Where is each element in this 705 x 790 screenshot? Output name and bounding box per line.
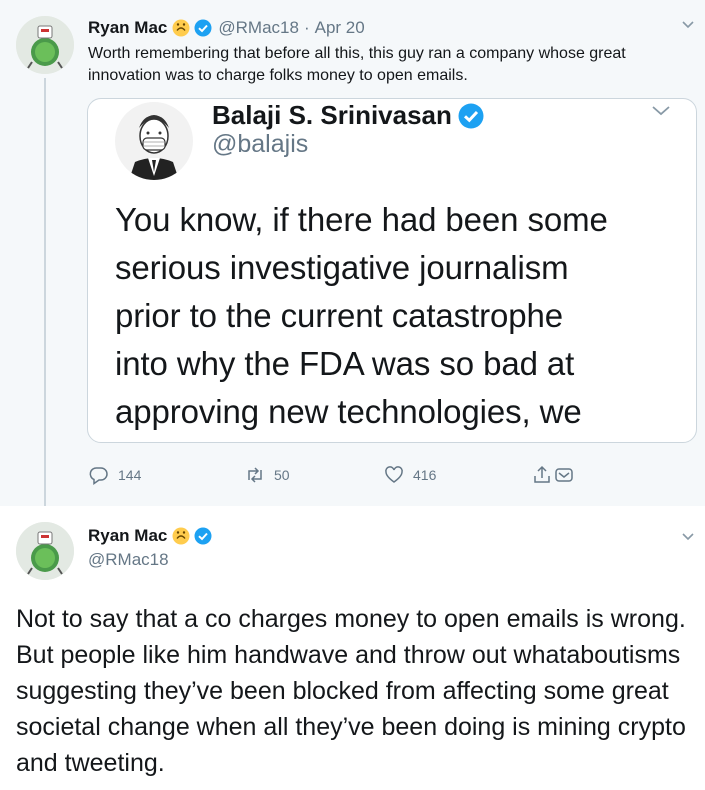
quoted-text-line: serious investigative journalism <box>115 249 569 286</box>
quoted-author-name[interactable]: Balaji S. Srinivasan <box>212 100 484 131</box>
author-name-row: Ryan Mac <box>88 526 212 546</box>
tweet-header: Ryan Mac @RMac18 · Apr 20 <box>88 17 365 39</box>
upside-down-face-emoji-icon <box>172 19 190 37</box>
author-handle[interactable]: @RMac18 <box>218 18 299 38</box>
quoted-author-handle[interactable]: @balajis <box>212 130 308 159</box>
avatar[interactable] <box>16 522 74 580</box>
retweet-button[interactable]: 50 <box>245 462 290 488</box>
retweet-count: 50 <box>274 467 290 483</box>
author-name[interactable]: Ryan Mac <box>88 526 167 546</box>
upside-down-face-emoji-icon <box>172 527 190 545</box>
tweet-date[interactable]: Apr 20 <box>315 18 365 38</box>
author-handle[interactable]: @RMac18 <box>88 550 169 570</box>
heart-icon <box>384 465 404 485</box>
share-icon <box>532 465 552 485</box>
share-button[interactable] <box>532 462 574 488</box>
verified-badge-icon <box>458 103 484 129</box>
verified-badge-icon <box>194 19 212 37</box>
tweet-thread-parent[interactable]: Ryan Mac @RMac18 · Apr 20 Worth remember… <box>0 0 705 518</box>
reply-count: 144 <box>118 467 142 483</box>
chevron-down-icon[interactable] <box>680 16 696 32</box>
retweet-icon <box>245 465 265 485</box>
chevron-down-icon[interactable] <box>680 528 696 544</box>
dot-separator: · <box>303 18 310 37</box>
chevron-down-icon <box>650 99 672 121</box>
quoted-text-line: You know, if there had been some <box>115 201 608 238</box>
author-name[interactable]: Ryan Mac <box>88 18 167 38</box>
quoted-tweet-text: You know, if there had been some serious… <box>115 196 675 436</box>
reply-button[interactable]: 144 <box>89 462 141 488</box>
tweet-focused[interactable]: Ryan Mac @RMac18 Not to say that a co ch… <box>0 506 705 790</box>
like-count: 416 <box>413 467 437 483</box>
avatar[interactable] <box>16 16 74 74</box>
tweet-text: Worth remembering that before all this, … <box>88 45 626 84</box>
reply-icon <box>89 465 109 485</box>
quoted-text-line: prior to the current catastrophe <box>115 297 564 334</box>
quoted-text-line: approving new technologies, we <box>115 393 582 430</box>
dm-envelope-icon[interactable] <box>554 465 574 485</box>
like-button[interactable]: 416 <box>384 462 436 488</box>
verified-badge-icon <box>194 527 212 545</box>
tweet-text: Not to say that a co charges money to op… <box>16 605 686 777</box>
thread-connector-line <box>44 78 46 518</box>
quoted-tweet-card[interactable]: Balaji S. Srinivasan @balajis You know, … <box>87 98 697 443</box>
quoted-avatar[interactable] <box>115 102 193 180</box>
quoted-text-line: into why the FDA was so bad at <box>115 345 575 382</box>
quoted-author-name-text: Balaji S. Srinivasan <box>212 100 452 130</box>
